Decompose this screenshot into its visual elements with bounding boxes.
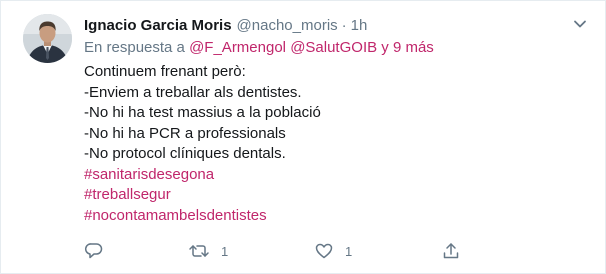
reply-prefix: En respuesta a (84, 39, 185, 56)
author-handle[interactable]: @nacho_moris (237, 16, 338, 35)
avatar[interactable] (23, 14, 72, 63)
heart-icon (314, 241, 334, 261)
reply-button[interactable] (84, 241, 188, 261)
hashtag-link[interactable]: #nocontamambelsdentistes (84, 206, 589, 227)
tweet-line: -Enviem a treballar als dentistes. (84, 83, 302, 101)
hashtag-link[interactable]: #treballsegur (84, 185, 589, 206)
tweet-text: Continuem frenant però: -Enviem a trebal… (84, 62, 589, 226)
reply-mention-armengol[interactable]: @F_Armengol (189, 39, 286, 56)
author-name[interactable]: Ignacio Garcia Moris (84, 16, 232, 35)
tweet-header: Ignacio Garcia Moris @nacho_moris · 1h (84, 16, 589, 35)
retweet-icon (188, 241, 210, 261)
like-count: 1 (345, 243, 353, 259)
tweet-actions: 1 1 (84, 241, 461, 261)
tweet-line: Continuem frenant però: (84, 63, 246, 80)
share-button[interactable] (441, 241, 461, 261)
tweet-line: -No hi ha PCR a professionals (84, 124, 286, 142)
tweet-content: Ignacio Garcia Moris @nacho_moris · 1h E… (84, 16, 589, 226)
avatar-photo (23, 14, 72, 63)
reply-icon (84, 241, 104, 261)
retweet-count: 1 (221, 243, 229, 259)
hashtag-link[interactable]: #sanitarisdesegona (84, 165, 589, 186)
separator-dot: · (341, 17, 347, 34)
retweet-button[interactable]: 1 (188, 241, 314, 261)
tweet-line: -No hi ha test massius a la població (84, 104, 321, 121)
tweet-line: -No protocol clíniques dentals. (84, 145, 286, 162)
reply-mention-salutgoib[interactable]: @SalutGOIB (290, 39, 377, 56)
reply-context: En respuesta a @F_Armengol @SalutGOIB y … (84, 38, 589, 57)
chevron-down-icon[interactable] (571, 15, 589, 33)
share-icon (441, 241, 461, 261)
reply-more-link[interactable]: y 9 más (381, 39, 434, 56)
tweet-card[interactable]: Ignacio Garcia Moris @nacho_moris · 1h E… (0, 0, 606, 274)
like-button[interactable]: 1 (314, 241, 441, 261)
timestamp[interactable]: 1h (351, 16, 368, 35)
